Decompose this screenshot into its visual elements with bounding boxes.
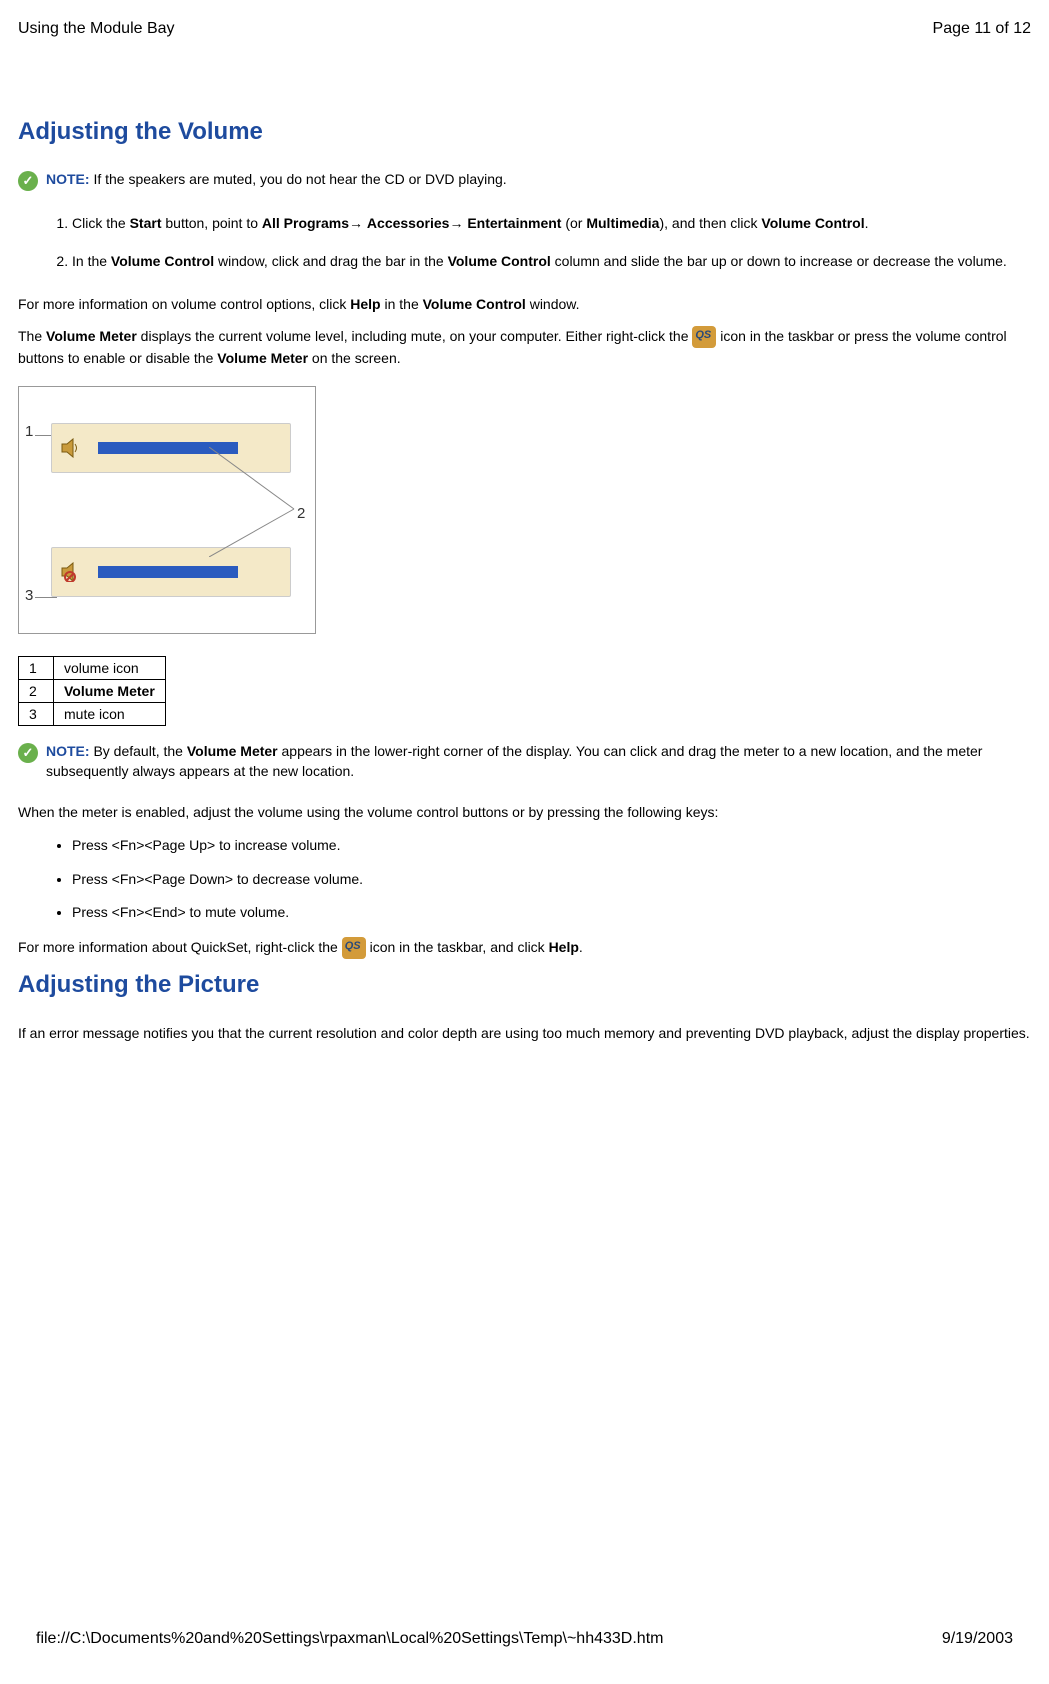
para-help-info: For more information on volume control o… bbox=[18, 294, 1031, 314]
t: window. bbox=[526, 296, 580, 312]
key-list: Press <Fn><Page Up> to increase volume. … bbox=[18, 836, 1031, 923]
step-2: In the Volume Control window, click and … bbox=[72, 251, 1031, 271]
t: window, click and drag the bar in the bbox=[214, 253, 447, 269]
steps-list: Click the Start button, point to All Pro… bbox=[18, 213, 1031, 272]
para-meter-keys: When the meter is enabled, adjust the vo… bbox=[18, 802, 1031, 822]
t: . bbox=[579, 939, 583, 955]
cell: volume icon bbox=[54, 657, 166, 680]
t: Accessories bbox=[367, 215, 450, 231]
leader-line-3 bbox=[35, 597, 57, 598]
step-1: Click the Start button, point to All Pro… bbox=[72, 213, 1031, 233]
volume-meter-diagram: 1 2 3 bbox=[18, 386, 316, 634]
table-row: 3 mute icon bbox=[19, 703, 166, 726]
table-row: 2 Volume Meter bbox=[19, 680, 166, 703]
t: Click the bbox=[72, 215, 130, 231]
para-picture: If an error message notifies you that th… bbox=[18, 1023, 1031, 1043]
t: column and slide the bar up or down to i… bbox=[551, 253, 1007, 269]
t: Help bbox=[549, 939, 579, 955]
list-item: Press <Fn><Page Down> to decrease volume… bbox=[72, 870, 1031, 890]
list-item: Press <Fn><Page Up> to increase volume. bbox=[72, 836, 1031, 856]
t: All Programs bbox=[262, 215, 349, 231]
list-item: Press <Fn><End> to mute volume. bbox=[72, 903, 1031, 923]
t: Multimedia bbox=[586, 215, 659, 231]
heading-adjusting-volume: Adjusting the Volume bbox=[18, 118, 1031, 146]
heading-adjusting-picture: Adjusting the Picture bbox=[18, 971, 1031, 999]
t: in the bbox=[381, 296, 423, 312]
note-2: ✓ NOTE: By default, the Volume Meter app… bbox=[18, 742, 1031, 781]
note-icon: ✓ bbox=[18, 743, 38, 763]
callout-3: 3 bbox=[25, 587, 33, 604]
page-footer: file://C:\Documents%20and%20Settings\rpa… bbox=[36, 1630, 1013, 1648]
leader-lines-2 bbox=[209, 447, 309, 557]
para-quickset-help: For more information about QuickSet, rig… bbox=[18, 937, 1031, 959]
note-icon: ✓ bbox=[18, 171, 38, 191]
cell: 1 bbox=[19, 657, 54, 680]
t: (or bbox=[561, 215, 586, 231]
t: Volume Control bbox=[761, 215, 864, 231]
t: → bbox=[349, 215, 367, 231]
t: For more information about QuickSet, rig… bbox=[18, 939, 342, 955]
footer-date: 9/19/2003 bbox=[942, 1630, 1013, 1648]
t: ), and then click bbox=[659, 215, 761, 231]
note-1: ✓ NOTE: If the speakers are muted, you d… bbox=[18, 170, 1031, 191]
t: Start bbox=[130, 215, 162, 231]
t: Volume Control bbox=[111, 253, 214, 269]
t: In the bbox=[72, 253, 111, 269]
t: → bbox=[449, 215, 467, 231]
volume-icon bbox=[60, 438, 82, 458]
cell: 2 bbox=[19, 680, 54, 703]
note-label: NOTE: bbox=[46, 743, 90, 759]
t: Volume Meter bbox=[187, 743, 278, 759]
header-title: Using the Module Bay bbox=[18, 20, 175, 38]
t: Volume Control bbox=[448, 253, 551, 269]
page-header: Using the Module Bay Page 11 of 12 bbox=[18, 20, 1031, 38]
t: The bbox=[18, 328, 46, 344]
t: By default, the bbox=[90, 743, 187, 759]
t: Volume Meter bbox=[64, 683, 155, 699]
t: Entertainment bbox=[467, 215, 561, 231]
t: Volume Meter bbox=[46, 328, 137, 344]
mute-icon bbox=[60, 562, 82, 582]
t: icon in the taskbar, and click bbox=[366, 939, 549, 955]
note-label: NOTE: bbox=[46, 171, 90, 187]
t: Volume Meter bbox=[217, 350, 308, 366]
quickset-icon bbox=[342, 937, 366, 959]
t: button, point to bbox=[161, 215, 261, 231]
footer-path: file://C:\Documents%20and%20Settings\rpa… bbox=[36, 1630, 663, 1648]
callout-1: 1 bbox=[25, 423, 33, 440]
t: on the screen. bbox=[308, 350, 401, 366]
note-body: If the speakers are muted, you do not he… bbox=[90, 171, 507, 187]
para-volume-meter: The Volume Meter displays the current vo… bbox=[18, 326, 1031, 369]
cell: Volume Meter bbox=[54, 680, 166, 703]
table-row: 1 volume icon bbox=[19, 657, 166, 680]
header-page: Page 11 of 12 bbox=[933, 20, 1031, 38]
quickset-icon bbox=[692, 326, 716, 348]
t: Volume Control bbox=[423, 296, 526, 312]
t: Help bbox=[350, 296, 380, 312]
t: For more information on volume control o… bbox=[18, 296, 350, 312]
t: . bbox=[865, 215, 869, 231]
legend-table: 1 volume icon 2 Volume Meter 3 mute icon bbox=[18, 656, 166, 726]
note-1-text: NOTE: If the speakers are muted, you do … bbox=[46, 170, 507, 190]
t: displays the current volume level, inclu… bbox=[137, 328, 693, 344]
cell: mute icon bbox=[54, 703, 166, 726]
note-2-text: NOTE: By default, the Volume Meter appea… bbox=[46, 742, 1031, 781]
cell: 3 bbox=[19, 703, 54, 726]
volume-bar bbox=[98, 566, 238, 578]
